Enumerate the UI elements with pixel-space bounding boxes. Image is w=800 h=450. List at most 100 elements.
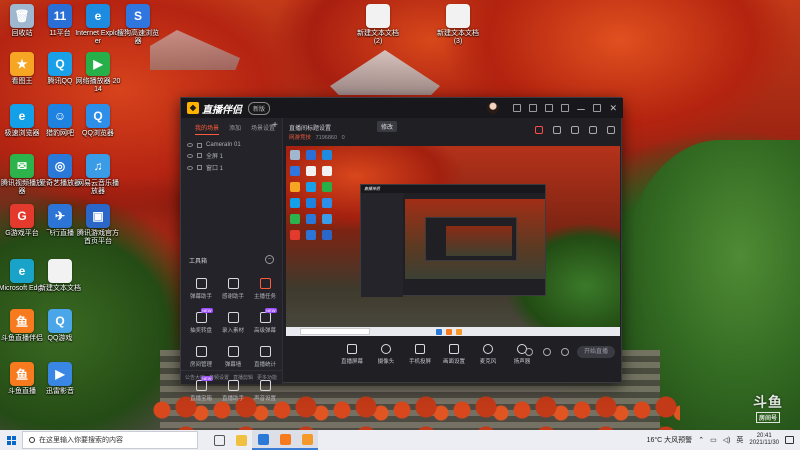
volume-icon[interactable]: ◁) <box>723 436 731 444</box>
toolbox-item[interactable]: 录入素材 <box>217 312 249 334</box>
tray-chevron-icon[interactable]: ⌃ <box>698 436 704 444</box>
add-scene-button[interactable]: + <box>272 120 278 131</box>
preview-search-box <box>300 328 370 335</box>
desktop-icon[interactable]: ♫ 网易云音乐播放器 <box>76 154 120 196</box>
visibility-icon[interactable] <box>187 143 193 147</box>
search-icon <box>29 437 35 443</box>
preview-desktop-icon <box>306 166 316 176</box>
taskbar-app-k-app[interactable] <box>252 430 274 450</box>
toolbox-item[interactable]: NEW 抽奖转盘 <box>185 308 217 334</box>
desktop-icon-image <box>446 4 470 28</box>
menu-icon[interactable] <box>561 104 570 112</box>
message-icon[interactable] <box>529 104 538 112</box>
desktop-icon[interactable]: 新建文本文档 (3) <box>436 4 480 46</box>
toolbox-item[interactable]: 弹幕墙 <box>217 346 249 368</box>
preview-nested-sidebar <box>361 193 403 297</box>
desktop-icon-image <box>48 259 72 283</box>
tab-add[interactable]: 添加 <box>229 123 241 135</box>
taskbar-app-file-explorer[interactable] <box>230 430 252 450</box>
minimize-button[interactable] <box>577 106 586 110</box>
footer-link[interactable]: 音频设置 <box>209 374 229 381</box>
desktop-icon[interactable]: ▶ 迅雷影音 <box>38 362 82 396</box>
taskbar-app-douyu-app[interactable] <box>296 430 318 450</box>
screen-source-icon <box>197 153 202 158</box>
tool-label: 直播统计 <box>253 362 276 368</box>
desktop-icon[interactable]: Q QQ游戏 <box>38 309 82 343</box>
record-toggle-icon[interactable] <box>525 348 533 356</box>
toolbox-item[interactable]: 弹幕助手 <box>185 278 217 300</box>
desktop-icon-image: Q <box>48 309 72 333</box>
footer-link[interactable]: 直播剪辑 <box>233 374 253 381</box>
record-icon[interactable] <box>571 126 579 134</box>
user-avatar[interactable] <box>487 102 500 114</box>
toolbox-item[interactable]: NEW 高级弹幕 <box>249 308 281 334</box>
lock-icon[interactable] <box>553 126 561 134</box>
windows-taskbar: 在这里输入你要搜索的内容 16°C 大风预警 ⌃ ▭ ◁) 英 20:41 20… <box>0 430 800 450</box>
desktop-icon-image: ♫ <box>86 154 110 178</box>
desktop-icon[interactable]: 新建文本文档 (2) <box>356 4 400 46</box>
stream-control-button[interactable]: 手机投屏 <box>407 344 433 365</box>
scene-item[interactable]: 窗口 1 <box>181 160 282 172</box>
preview-taskbar-app <box>446 328 452 335</box>
camera-source-icon <box>197 142 202 148</box>
weather-widget[interactable]: 16°C 大风预警 <box>647 435 693 445</box>
footer-link[interactable]: 公告大厅 <box>185 374 205 381</box>
toolbox-more-button[interactable]: – <box>265 255 274 264</box>
stream-preview[interactable]: 直播伴侣 <box>286 146 620 336</box>
start-live-button[interactable]: 开始直播 <box>577 346 615 358</box>
taskbar-search-box[interactable]: 在这里输入你要搜索的内容 <box>22 431 198 449</box>
skin-icon[interactable] <box>513 104 522 112</box>
maximize-button[interactable] <box>593 104 602 112</box>
tool-label: 抽奖转盘 <box>189 328 212 334</box>
share-icon[interactable] <box>607 126 615 134</box>
desktop-icon-image: S <box>126 4 150 28</box>
desktop-icon[interactable]: S 搜狗高速浏览器 <box>116 4 160 46</box>
notification-icon[interactable] <box>785 436 794 444</box>
stream-control-button[interactable]: 直播屏幕 <box>339 344 365 365</box>
desktop-icon[interactable]: ▣ 腾讯游戏官方首页平台 <box>76 204 120 246</box>
desktop-icon[interactable]: 新建文本文档 <box>38 259 82 293</box>
settings-icon[interactable] <box>545 104 554 112</box>
version-badge[interactable]: 新版 <box>248 101 271 115</box>
scene-item[interactable]: CameraIn 01 <box>181 139 282 148</box>
stream-control-button[interactable]: 画面设置 <box>441 344 467 365</box>
bell-icon[interactable] <box>589 126 597 134</box>
stream-control-button[interactable]: 麦克风 <box>475 344 501 365</box>
clock[interactable]: 20:41 2021/11/30 <box>749 433 779 447</box>
close-button[interactable]: ✕ <box>609 104 617 113</box>
preview-nested-view <box>405 199 545 279</box>
taskbar-app-task-view[interactable] <box>208 430 230 450</box>
scene-item-label: 全屏 1 <box>206 154 224 160</box>
preview-desktop-icon <box>290 230 300 240</box>
desktop-icon-image: Q <box>48 52 72 76</box>
scene-sidebar: 我的场景 添加 场景设置 + CameraIn 01 全屏 1 窗口 1 工具箱 <box>181 118 283 402</box>
toolbox-item[interactable]: 房间管理 <box>185 346 217 368</box>
live-streaming-app-window[interactable]: ◆ 直播伴侣 新版 ✕ 我的场景 添加 场景设置 + CameraIn 01 全… <box>180 97 623 402</box>
control-icon <box>347 344 357 354</box>
ime-indicator[interactable]: 英 <box>736 435 743 445</box>
network-icon[interactable]: ▭ <box>710 436 717 444</box>
app-title: 直播伴侣 <box>202 104 242 116</box>
desktop-icon[interactable]: Q QQ浏览器 <box>76 104 120 138</box>
stream-control-button[interactable]: 摄像头 <box>373 344 399 365</box>
stream-category[interactable]: 网游竞技 <box>289 135 311 141</box>
scene-item[interactable]: 全屏 1 <box>181 148 282 160</box>
app-titlebar[interactable]: ◆ 直播伴侣 新版 ✕ <box>181 98 623 118</box>
start-button[interactable] <box>0 430 22 450</box>
toolbox-item[interactable]: 直播统计 <box>249 346 281 368</box>
tab-scenes[interactable]: 我的场景 <box>195 123 220 135</box>
visibility-icon[interactable] <box>187 153 193 158</box>
toolbox-item[interactable]: 主播任务 <box>249 278 281 300</box>
desktop-icon-image: e <box>10 259 34 283</box>
taskbar-app-douyu-companion[interactable] <box>274 430 296 450</box>
gift-icon[interactable] <box>535 126 543 134</box>
room-number: 7196860 <box>315 135 338 141</box>
desktop-icon[interactable]: ▶ 网络播放器 2014 <box>76 52 120 94</box>
tool-icon: NEW <box>259 308 277 323</box>
toolbox-item[interactable]: 感谢助手 <box>217 278 249 300</box>
footer-link[interactable]: 更多功能 <box>257 374 277 381</box>
gear-icon[interactable] <box>561 348 569 356</box>
visibility-icon[interactable] <box>187 165 193 170</box>
info-icon[interactable] <box>543 348 551 356</box>
edit-title-button[interactable]: 修改 <box>377 121 398 132</box>
